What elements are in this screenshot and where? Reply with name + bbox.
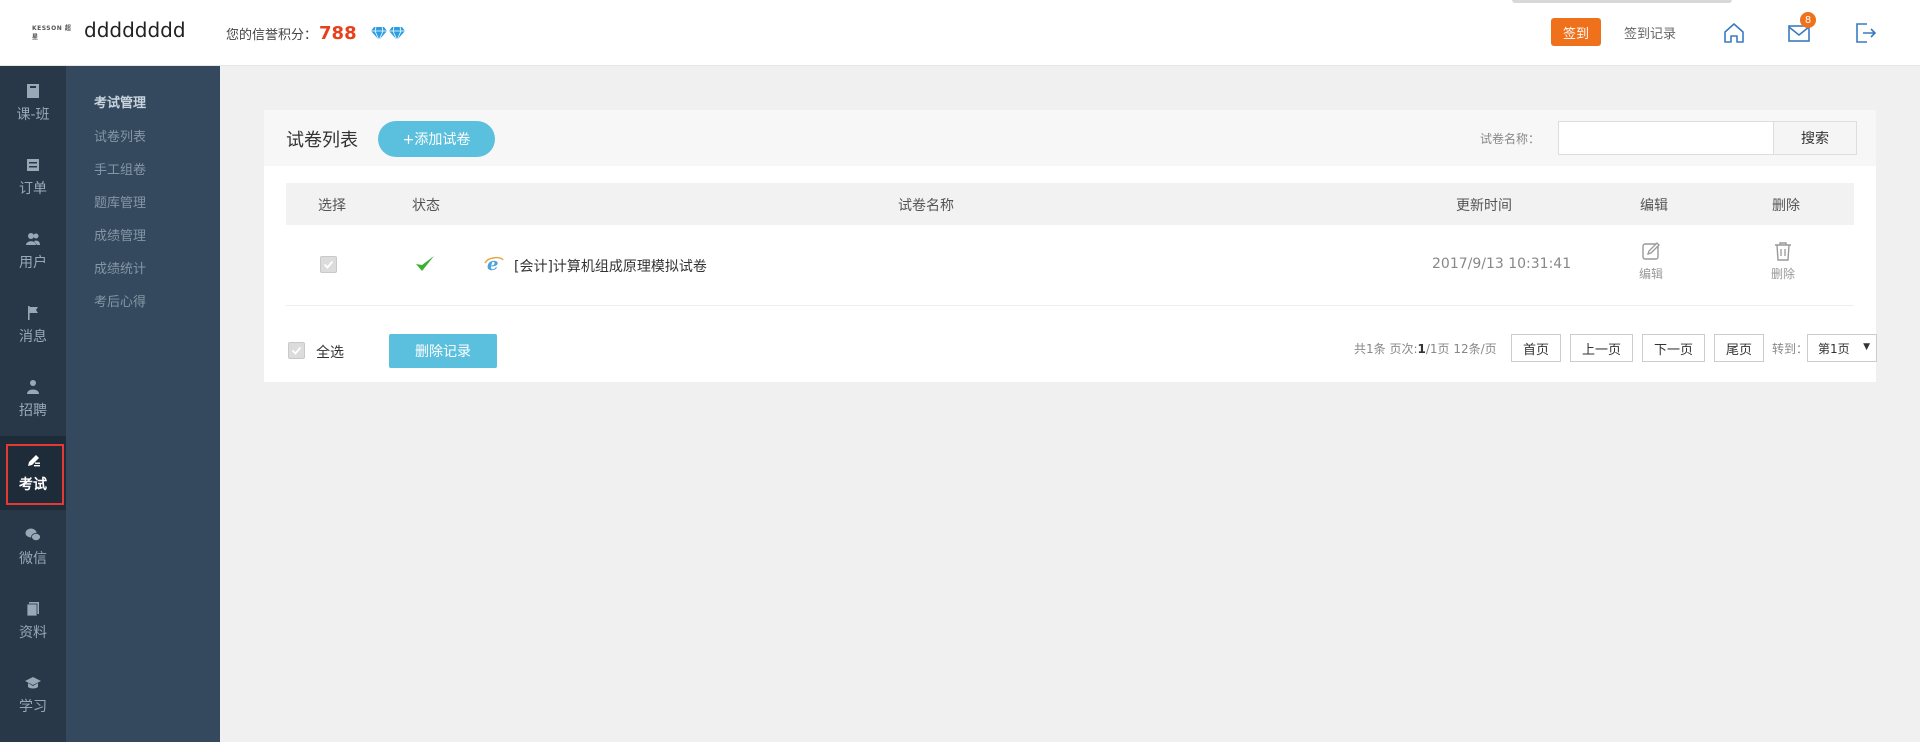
- brand-logo[interactable]: KESSON 超星: [32, 24, 74, 41]
- select-all-checkbox[interactable]: [288, 342, 305, 359]
- credit-value: 788: [319, 23, 357, 44]
- logout-icon[interactable]: [1852, 20, 1878, 46]
- book-icon: [27, 83, 39, 98]
- rail-item-messages[interactable]: 消息: [0, 288, 66, 362]
- rail-item-docs[interactable]: 资料: [0, 584, 66, 658]
- diamond-icon: [370, 27, 387, 40]
- column-updated: 更新时间: [1456, 198, 1512, 214]
- subnav-item-reflections[interactable]: 考后心得: [94, 291, 146, 310]
- delete-button[interactable]: 删除: [1771, 240, 1795, 282]
- goto-label: 转到：: [1772, 342, 1809, 356]
- search-input[interactable]: [1558, 121, 1774, 155]
- rail-item-wechat[interactable]: 微信: [0, 510, 66, 584]
- rail-item-orders[interactable]: 订单: [0, 140, 66, 214]
- recruit-icon: [27, 379, 39, 394]
- column-paper-name: 试卷名称: [898, 198, 954, 214]
- subnav-item-manual-compose[interactable]: 手工组卷: [94, 159, 146, 178]
- subnav-item-score-stats[interactable]: 成绩统计: [94, 258, 146, 277]
- rail-item-users[interactable]: 用户: [0, 214, 66, 288]
- diamond-icon: [388, 27, 405, 40]
- edit-icon: [1642, 242, 1660, 260]
- status-ok-icon: [416, 256, 434, 271]
- rail-item-study[interactable]: 学习: [0, 658, 66, 732]
- sign-in-button[interactable]: 签到: [1551, 18, 1601, 46]
- credit-label: 您的信誉积分：: [226, 28, 318, 43]
- table-row: e [会计]计算机组成原理模拟试卷 2017/9/13 10:31:41 编辑 …: [286, 226, 1854, 306]
- sub-navigation: 考试管理 试卷列表 手工组卷 题库管理 成绩管理 成绩统计 考后心得: [66, 66, 220, 742]
- order-icon: [27, 158, 39, 171]
- row-checkbox[interactable]: [320, 256, 337, 273]
- rail-item-course[interactable]: 课-班: [0, 66, 66, 140]
- active-highlight: [6, 444, 64, 505]
- column-delete: 删除: [1772, 198, 1800, 214]
- pagination-info: 共1条 页次:1/1页 12条/页: [1354, 342, 1497, 356]
- mail-badge: 8: [1800, 12, 1816, 28]
- rail-item-exam[interactable]: 考试: [0, 436, 66, 510]
- column-edit: 编辑: [1640, 198, 1668, 214]
- search-label: 试卷名称：: [1480, 132, 1541, 146]
- mail-icon[interactable]: 8: [1786, 12, 1816, 46]
- subnav-title: 考试管理: [94, 96, 147, 111]
- home-icon[interactable]: [1721, 20, 1747, 46]
- sign-record-link[interactable]: 签到记录: [1624, 23, 1676, 42]
- users-icon: [26, 232, 40, 245]
- credit-score: 您的信誉积分： 788: [226, 23, 405, 44]
- edit-button[interactable]: 编辑: [1639, 240, 1663, 282]
- docs-icon: [26, 601, 39, 616]
- paper-name-link[interactable]: [会计]计算机组成原理模拟试卷: [514, 256, 707, 276]
- panel-header: 试卷列表 +添加试卷 试卷名称： 搜索: [264, 110, 1876, 166]
- select-all-label: 全选: [316, 345, 344, 361]
- table-footer: 全选 删除记录 共1条 页次:1/1页 12条/页 首页 上一页 下一页 尾页 …: [286, 334, 1877, 370]
- delete-records-button[interactable]: 删除记录: [389, 334, 497, 368]
- subnav-item-score-manage[interactable]: 成绩管理: [94, 225, 146, 244]
- table-header: 选择 状态 试卷名称 更新时间 编辑 删除: [286, 183, 1854, 225]
- subnav-item-question-bank[interactable]: 题库管理: [94, 192, 146, 211]
- paper-list-panel: 试卷列表 +添加试卷 试卷名称： 搜索 选择 状态 试卷名称 更新时间 编辑 删…: [264, 110, 1877, 382]
- prev-page-button[interactable]: 上一页: [1570, 334, 1633, 362]
- dropdown-arrow-icon: ▼: [1863, 342, 1870, 352]
- graduation-icon: [25, 676, 41, 688]
- column-select: 选择: [318, 198, 346, 214]
- column-status: 状态: [412, 198, 440, 214]
- check-icon: [291, 346, 302, 355]
- page-title: 试卷列表: [286, 130, 358, 151]
- trash-icon: [1775, 242, 1791, 261]
- first-page-button[interactable]: 首页: [1511, 334, 1561, 362]
- browser-e-icon: e: [484, 254, 504, 274]
- main-rail: 课-班 订单 用户 消息 招聘 考试 微信 资料 学习: [0, 66, 66, 742]
- top-dropdown-shadow: [1512, 0, 1732, 3]
- check-icon: [323, 260, 334, 269]
- updated-time: 2017/9/13 10:31:41: [1432, 256, 1572, 272]
- add-paper-button[interactable]: +添加试卷: [378, 121, 495, 157]
- search-button[interactable]: 搜索: [1773, 121, 1857, 155]
- next-page-button[interactable]: 下一页: [1642, 334, 1705, 362]
- rail-item-recruit[interactable]: 招聘: [0, 362, 66, 436]
- last-page-button[interactable]: 尾页: [1714, 334, 1764, 362]
- username: dddddddd: [84, 18, 186, 42]
- goto-page-select[interactable]: 第1页 ▼: [1807, 334, 1877, 362]
- subnav-item-paper-list[interactable]: 试卷列表: [94, 126, 146, 145]
- credit-gems: [370, 27, 405, 40]
- flag-icon: [28, 305, 38, 320]
- top-header: KESSON 超星 dddddddd 您的信誉积分： 788 签到 签到记录 8: [0, 0, 1920, 66]
- wechat-icon: [25, 528, 41, 541]
